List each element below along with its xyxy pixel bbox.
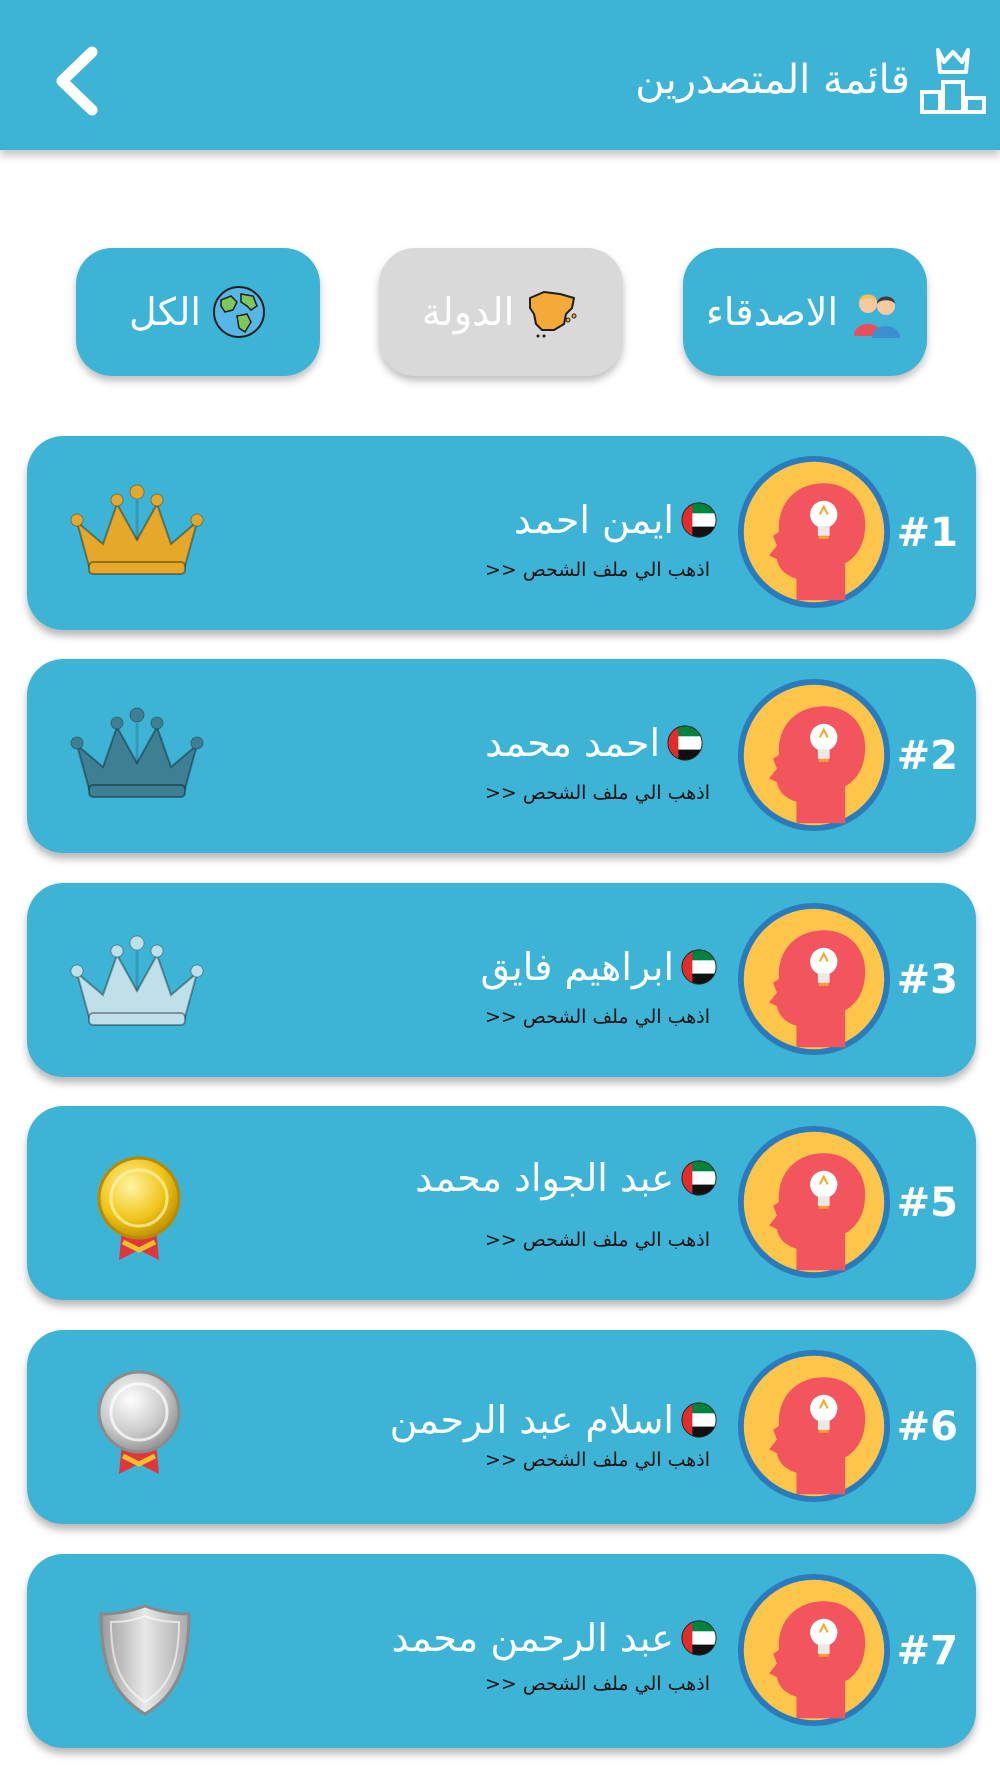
gold-medal-icon [97, 1156, 181, 1260]
tab-friends[interactable]: الاصدقاء [683, 248, 927, 376]
gold-crown-icon [67, 472, 207, 592]
view-profile-link[interactable]: اذهب الي ملف الشحص << [485, 781, 710, 805]
rank-label: #5 [896, 1180, 958, 1226]
globe-icon [212, 286, 265, 338]
player-name-row: احمد محمد [485, 721, 704, 765]
rank-label: #7 [896, 1628, 958, 1674]
rank-label: #6 [896, 1404, 958, 1450]
view-profile-link[interactable]: اذهب الي ملف الشحص << [485, 1228, 710, 1252]
avatar-lightbulb-head-icon [736, 1348, 892, 1504]
player-name: ايمن احمد [513, 498, 674, 542]
leaderboard-row-5[interactable]: #5 عبد الجواد محمد اذهب الي ملف الشحص << [27, 1106, 976, 1300]
rank-label: #3 [896, 957, 958, 1003]
podium-crown-icon [920, 48, 986, 114]
friends-icon [854, 294, 901, 338]
top-app-bar: قائمة المتصدرين [0, 0, 1000, 150]
player-name-row: عبد الرحمن محمد [391, 1616, 718, 1660]
uae-flag-icon [680, 948, 718, 986]
player-name: ابراهيم فايق [480, 945, 674, 989]
tab-all[interactable]: الكل [76, 248, 320, 376]
uae-flag-icon [680, 1619, 718, 1657]
rank-label: #2 [896, 733, 958, 779]
player-name-row: ايمن احمد [514, 498, 718, 542]
spain-map-icon [529, 291, 577, 338]
chevron-left-icon [56, 46, 98, 116]
player-name-row: ابراهيم فايق [480, 945, 718, 989]
tab-all-label: الكل [129, 290, 201, 334]
player-name: عبد الرحمن محمد [391, 1616, 674, 1660]
avatar-lightbulb-head-icon [736, 1124, 892, 1280]
tab-country-label: الدولة [421, 290, 515, 334]
uae-flag-icon [680, 1159, 718, 1197]
leaderboard-row-7[interactable]: #7 عبد الرحمن محمد اذهب الي ملف الشحص << [27, 1554, 976, 1748]
rank-label: #1 [896, 510, 958, 556]
player-name: عبد الجواد محمد [415, 1156, 674, 1200]
avatar-lightbulb-head-icon [736, 454, 892, 610]
uae-flag-icon [680, 501, 718, 539]
silver-medal-icon [97, 1370, 181, 1474]
player-name-row: اسلام عبد الرحمن [390, 1398, 718, 1442]
silver-shield-icon [99, 1604, 191, 1716]
silver-crown-icon [67, 923, 207, 1043]
tab-country[interactable]: الدولة [379, 248, 623, 376]
uae-flag-icon [680, 1401, 718, 1439]
teal-crown-icon [67, 695, 207, 815]
tab-friends-label: الاصدقاء [705, 290, 839, 334]
page-title: قائمة المتصدرين [635, 57, 910, 103]
avatar-lightbulb-head-icon [736, 1572, 892, 1728]
player-name: احمد محمد [485, 721, 660, 765]
player-name-row: عبد الجواد محمد [415, 1156, 718, 1200]
view-profile-link[interactable]: اذهب الي ملف الشحص << [485, 1005, 710, 1029]
uae-flag-icon [666, 724, 704, 762]
leaderboard-row-6[interactable]: #6 اسلام عبد الرحمن اذهب الي ملف الشحص <… [27, 1330, 976, 1524]
view-profile-link[interactable]: اذهب الي ملف الشحص << [485, 558, 710, 582]
view-profile-link[interactable]: اذهب الي ملف الشحص << [485, 1672, 710, 1696]
leaderboard-row-3[interactable]: #3 ابراهيم فايق اذهب الي ملف الشحص << [27, 883, 976, 1077]
avatar-lightbulb-head-icon [736, 901, 892, 1057]
player-name: اسلام عبد الرحمن [389, 1398, 674, 1442]
back-button[interactable] [48, 44, 108, 118]
leaderboard-row-2[interactable]: #2 احمد محمد اذهب الي ملف الشحص << [27, 659, 976, 853]
view-profile-link[interactable]: اذهب الي ملف الشحص << [485, 1448, 710, 1472]
avatar-lightbulb-head-icon [736, 677, 892, 833]
leaderboard-row-1[interactable]: #1 ايمن احمد اذهب الي ملف الشحص << [27, 436, 976, 630]
